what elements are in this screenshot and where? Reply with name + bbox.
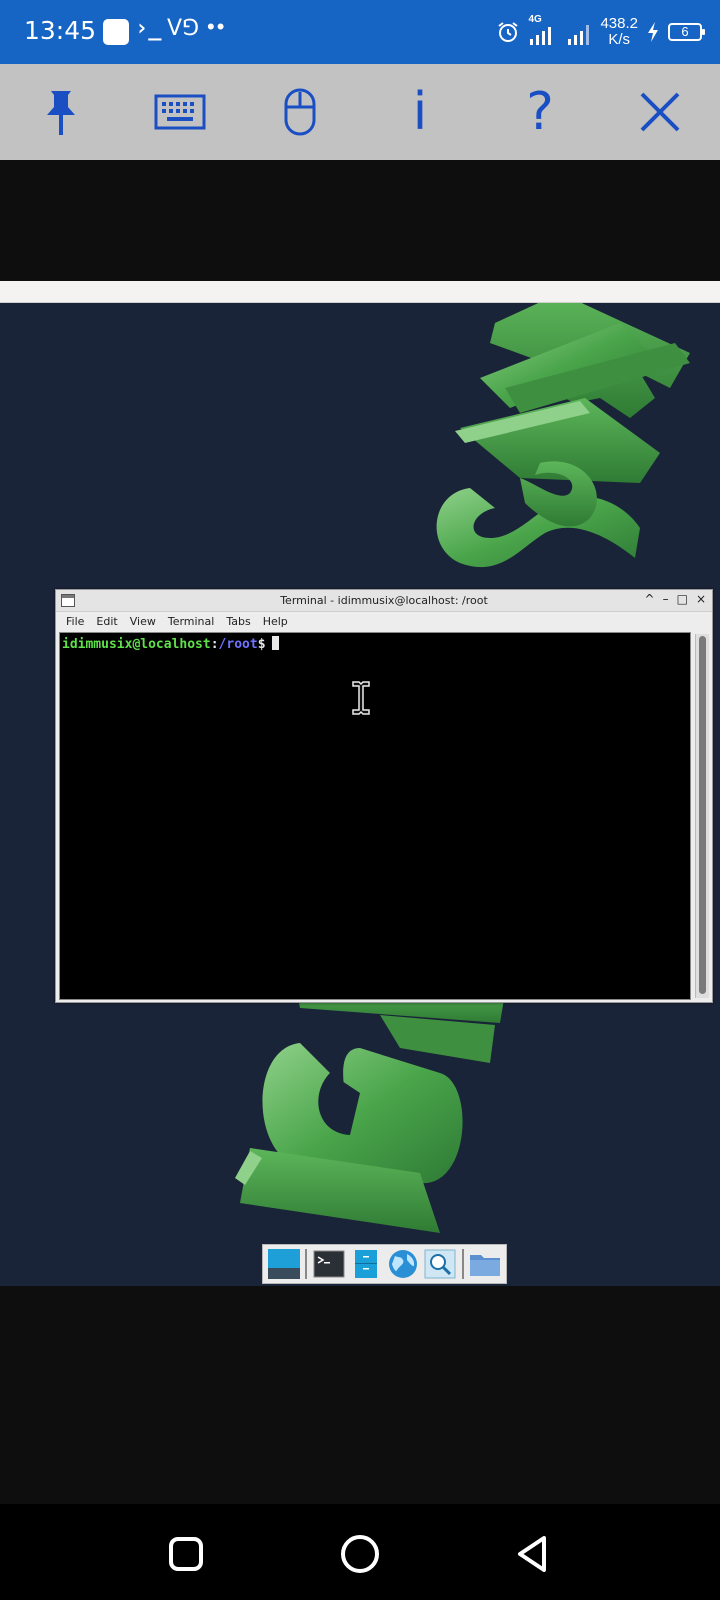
terminal-title: Terminal - idimmusix@localhost: /root bbox=[280, 594, 488, 607]
menu-edit[interactable]: Edit bbox=[90, 612, 123, 631]
app-notification-icon bbox=[103, 19, 129, 45]
terminal-prompt-line: idimmusix@localhost:/root$ bbox=[62, 636, 279, 652]
terminal-window[interactable]: Terminal - idimmusix@localhost: /root ^ … bbox=[55, 589, 713, 1003]
prompt-colon: : bbox=[210, 637, 219, 652]
prompt-symbol: $ bbox=[257, 637, 266, 652]
terminal-menubar: File Edit View Terminal Tabs Help bbox=[56, 612, 712, 631]
maximize-button[interactable]: □ bbox=[677, 592, 688, 606]
terminal-notification-icon: ›_ bbox=[135, 16, 162, 41]
dock-panel bbox=[262, 1244, 507, 1284]
menu-terminal[interactable]: Terminal bbox=[162, 612, 221, 631]
back-button[interactable] bbox=[512, 1532, 556, 1576]
terminal-titlebar[interactable]: Terminal - idimmusix@localhost: /root ^ … bbox=[56, 590, 712, 612]
scrollbar-thumb[interactable] bbox=[699, 636, 706, 994]
home-button[interactable] bbox=[338, 1532, 382, 1576]
status-bar: 13:45 ›_ V⅁ •• 4G 438.2 K/s 6 bbox=[0, 0, 720, 64]
signal-sim2-icon bbox=[568, 25, 590, 45]
menu-help[interactable]: Help bbox=[257, 612, 294, 631]
speed-value: 438.2 bbox=[600, 15, 638, 32]
web-browser-icon[interactable] bbox=[386, 1247, 421, 1281]
file-manager-icon[interactable] bbox=[348, 1247, 383, 1281]
desktop-icon[interactable] bbox=[266, 1247, 301, 1281]
vnc-viewport-padding bbox=[0, 160, 720, 281]
status-time: 13:45 bbox=[24, 16, 97, 45]
vnc-toolbar: i ? bbox=[0, 64, 720, 160]
terminal-icon[interactable] bbox=[311, 1247, 346, 1281]
prompt-user-host: idimmusix@localhost bbox=[62, 637, 211, 652]
remote-top-panel bbox=[0, 281, 720, 303]
shade-button[interactable]: ^ bbox=[645, 592, 655, 606]
battery-icon: 6 bbox=[668, 23, 705, 41]
terminal-screen[interactable]: idimmusix@localhost:/root$ bbox=[59, 632, 691, 1000]
menu-view[interactable]: View bbox=[124, 612, 162, 631]
recents-button[interactable] bbox=[164, 1532, 208, 1576]
status-indicators: 4G 438.2 K/s 6 bbox=[496, 14, 705, 50]
info-icon[interactable]: i bbox=[392, 84, 448, 140]
help-icon[interactable]: ? bbox=[512, 84, 568, 140]
vnc-viewport-padding-bottom bbox=[0, 1286, 720, 1504]
minimize-button[interactable]: – bbox=[663, 592, 669, 606]
vnc-notification-icon: V⅁ bbox=[167, 16, 200, 41]
speed-unit: K/s bbox=[608, 31, 631, 48]
dock-separator bbox=[461, 1249, 464, 1279]
window-controls: ^ – □ × bbox=[645, 592, 706, 606]
prompt-path: /root bbox=[218, 637, 258, 652]
pin-icon[interactable] bbox=[33, 84, 89, 140]
alarm-icon bbox=[498, 22, 519, 42]
keyboard-icon[interactable] bbox=[152, 84, 208, 140]
charging-icon bbox=[648, 22, 658, 42]
network-speed: 438.2 K/s bbox=[600, 16, 638, 48]
signal-4g-icon: 4G bbox=[528, 14, 558, 47]
more-notifications-icon: •• bbox=[207, 14, 227, 39]
remote-desktop[interactable]: Terminal - idimmusix@localhost: /root ^ … bbox=[0, 303, 720, 1286]
mouse-icon[interactable] bbox=[272, 84, 328, 140]
terminal-scrollbar[interactable] bbox=[695, 634, 709, 998]
menu-tabs[interactable]: Tabs bbox=[220, 612, 256, 631]
dock-separator bbox=[305, 1249, 308, 1279]
text-cursor bbox=[271, 636, 279, 650]
ibeam-cursor-icon bbox=[352, 681, 370, 715]
navigation-bar bbox=[0, 1504, 720, 1600]
folder-icon[interactable] bbox=[468, 1247, 503, 1281]
close-window-button[interactable]: × bbox=[696, 592, 706, 606]
close-icon[interactable] bbox=[632, 84, 688, 140]
app-finder-icon[interactable] bbox=[423, 1247, 458, 1281]
menu-file[interactable]: File bbox=[60, 612, 90, 631]
